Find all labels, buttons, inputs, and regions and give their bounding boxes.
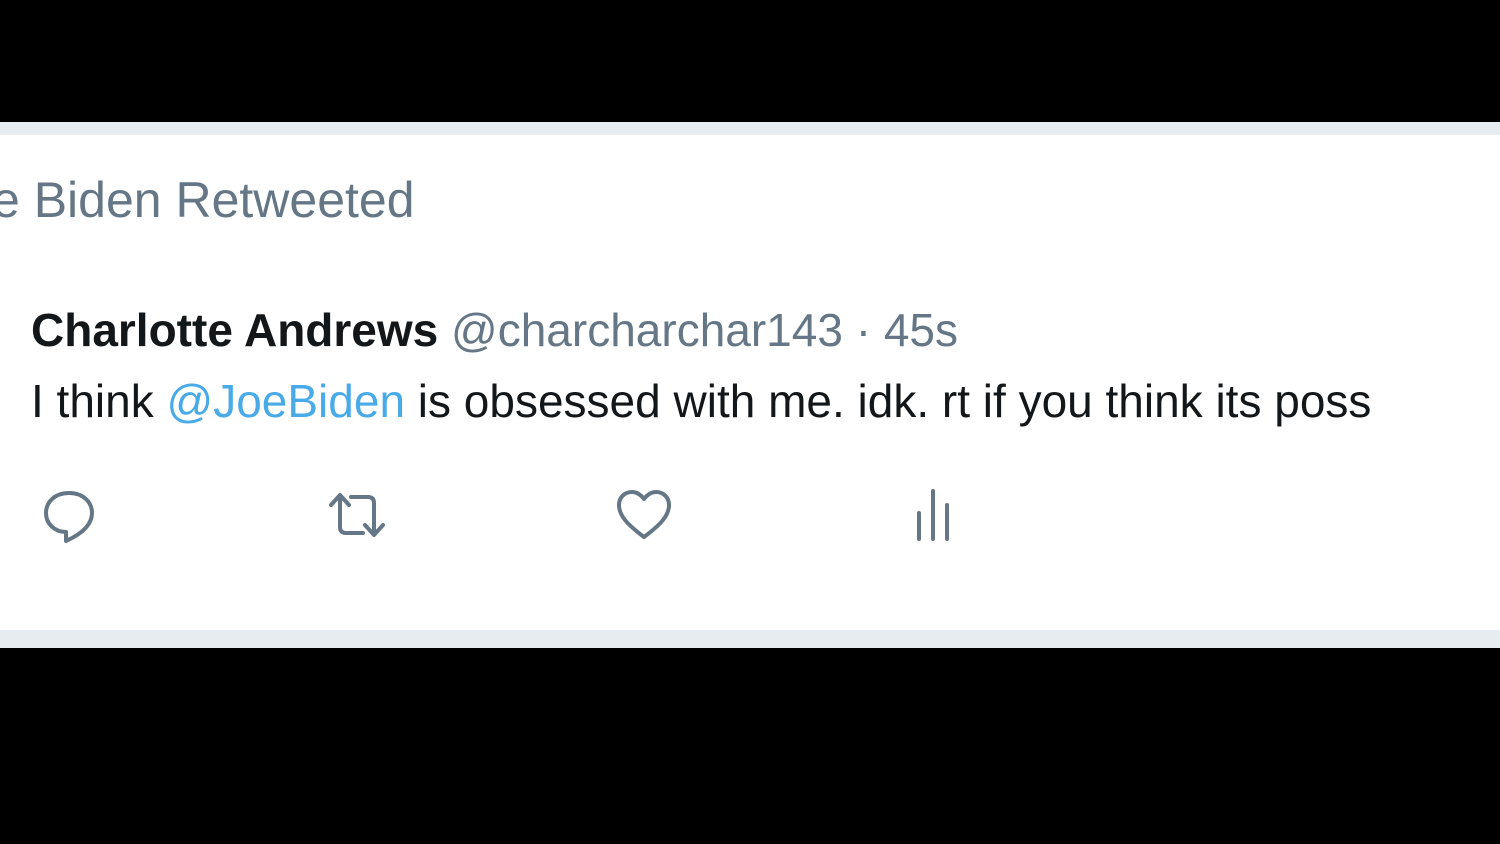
tweet-header: Charlotte Andrews @charcharchar143 · 45s [31, 301, 958, 359]
screenshot-frame: e Biden Retweeted Charlotte Andrews @cha… [0, 0, 1500, 844]
retweet-icon [329, 493, 385, 537]
mention-link[interactable]: @JoeBiden [167, 375, 406, 427]
retweet-button[interactable] [322, 480, 392, 550]
reply-icon [44, 491, 94, 543]
tweet-card[interactable]: e Biden Retweeted Charlotte Andrews @cha… [0, 135, 1500, 630]
tweet-timestamp[interactable]: 45s [884, 304, 958, 356]
reply-button[interactable] [34, 480, 104, 550]
tweet-text-before: I think [31, 375, 167, 427]
analytics-button[interactable] [896, 480, 966, 550]
tweet-actions [0, 480, 1500, 550]
author-handle[interactable]: @charcharchar143 [451, 304, 843, 356]
tweet-text-after: is obsessed with me. idk. rt if you thin… [405, 375, 1372, 427]
tweet-text: I think @JoeBiden is obsessed with me. i… [31, 372, 1371, 430]
author-display-name[interactable]: Charlotte Andrews [31, 304, 438, 356]
heart-icon [617, 490, 671, 539]
retweet-context[interactable]: e Biden Retweeted [0, 169, 415, 231]
header-separator: · [855, 304, 872, 356]
analytics-icon [917, 489, 949, 541]
like-button[interactable] [609, 480, 679, 550]
